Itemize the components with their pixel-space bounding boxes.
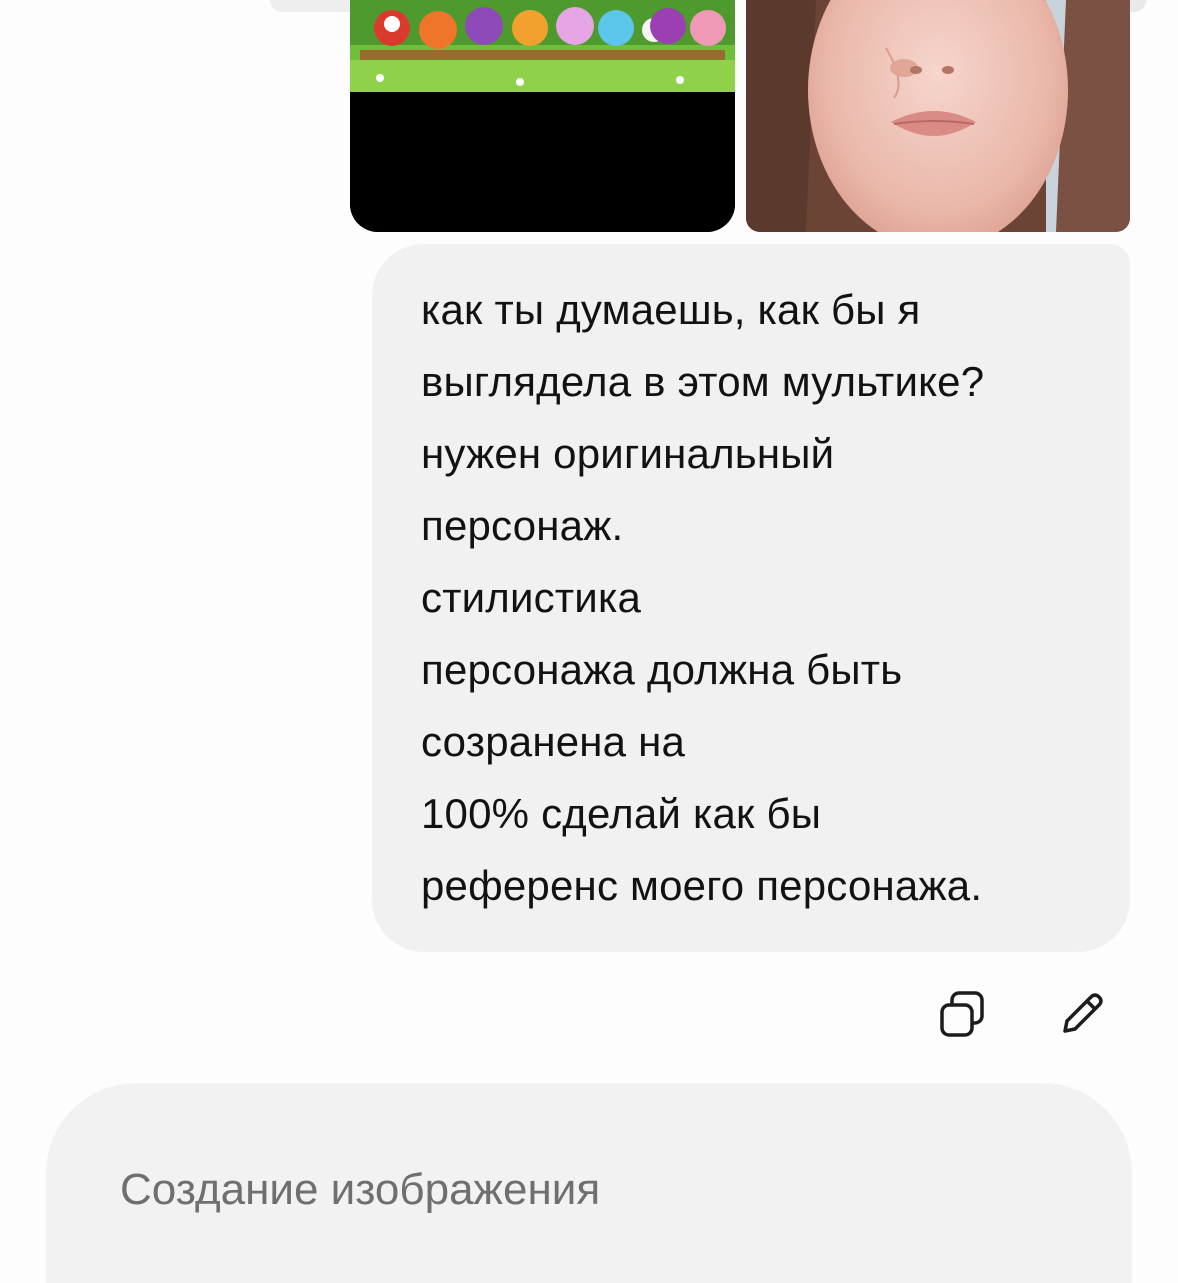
edit-button[interactable] <box>1052 984 1112 1044</box>
user-message-bubble[interactable]: как ты думаешь, как бы я выглядела в это… <box>372 244 1130 952</box>
message-line: как ты думаешь, как бы я <box>421 286 921 333</box>
image-creation-label: Создание изображения <box>120 1165 601 1214</box>
copy-button[interactable] <box>932 984 992 1044</box>
message-line: персонаж. <box>421 502 624 549</box>
message-line: референс моего персонажа. <box>421 862 983 909</box>
pencil-icon <box>1063 993 1103 1033</box>
message-line: нужен оригинальный <box>421 430 835 477</box>
portrait-illustration <box>746 0 1130 232</box>
message-line: 100% сделай как бы <box>421 790 822 837</box>
message-line: выглядела в этом мультике? <box>421 358 985 405</box>
cartoon-illustration <box>350 0 735 232</box>
message-line: персонажа должна быть <box>421 646 903 693</box>
message-line: созранена на <box>421 718 686 765</box>
image-creation-card[interactable]: Создание изображения <box>46 1083 1132 1283</box>
copy-icon <box>940 991 984 1037</box>
message-line: стилистика <box>421 574 642 621</box>
cartoon-image[interactable] <box>350 0 735 232</box>
selfie-photo[interactable] <box>746 0 1130 232</box>
